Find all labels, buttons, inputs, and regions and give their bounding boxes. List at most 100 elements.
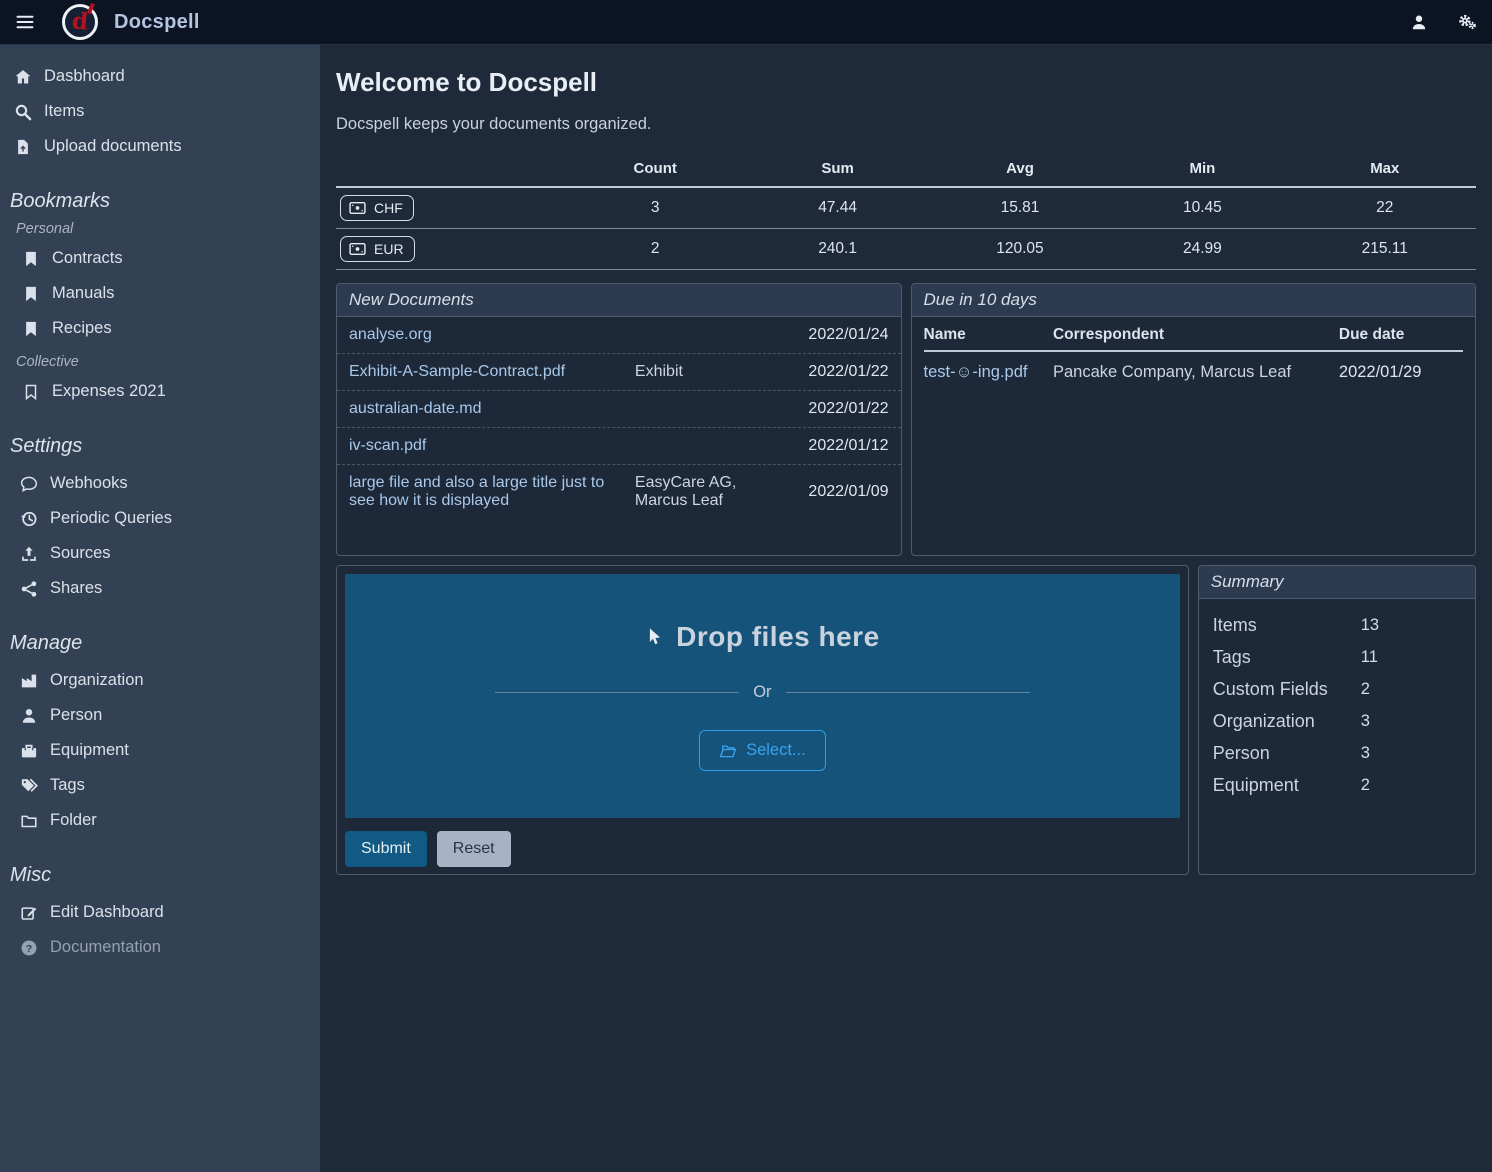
- due-panel-title: Due in 10 days: [912, 284, 1476, 317]
- sidebar-item-items[interactable]: Items: [0, 94, 320, 129]
- document-link[interactable]: analyse.org: [349, 326, 635, 344]
- folder-open-icon: [719, 743, 737, 759]
- due-panel: Due in 10 days Name Correspondent Due da…: [911, 283, 1477, 556]
- stats-col-sum: Sum: [746, 156, 928, 187]
- new-documents-title: New Documents: [337, 284, 901, 317]
- table-row: Exhibit-A-Sample-Contract.pdf Exhibit 20…: [337, 354, 901, 391]
- sidebar-item-documentation[interactable]: ? Documentation: [0, 930, 320, 965]
- svg-text:?: ?: [26, 942, 32, 954]
- document-link[interactable]: large file and also a large title just t…: [349, 474, 635, 510]
- industry-icon: [20, 672, 38, 690]
- folder-icon: [20, 812, 38, 830]
- reset-button[interactable]: Reset: [437, 831, 511, 867]
- sidebar-item-expenses-2021[interactable]: Expenses 2021: [0, 374, 320, 409]
- stats-col-min: Min: [1111, 156, 1293, 187]
- currency-stats-table: Count Sum Avg Min Max CHF 3 47.44: [336, 156, 1476, 270]
- currency-badge-eur[interactable]: EUR: [340, 236, 415, 262]
- sidebar-section-misc: Misc: [10, 864, 310, 887]
- sidebar-item-webhooks[interactable]: Webhooks: [0, 466, 320, 501]
- bookmark-icon: [22, 320, 40, 338]
- file-dropzone[interactable]: Drop files here Or Select...: [345, 574, 1180, 818]
- due-col-due-date: Due date: [1339, 326, 1463, 344]
- dropzone-label: Drop files here: [676, 621, 880, 653]
- user-menu-button[interactable]: [1410, 13, 1428, 32]
- app-title: Docspell: [114, 11, 200, 34]
- sidebar-item-person[interactable]: Person: [0, 698, 320, 733]
- history-icon: [20, 510, 38, 528]
- docspell-logo[interactable]: d: [62, 4, 98, 40]
- upload-icon: [20, 545, 38, 563]
- due-col-name: Name: [924, 326, 1053, 344]
- toolbox-icon: [20, 742, 38, 760]
- comment-icon: [20, 475, 38, 493]
- user-icon: [1410, 13, 1428, 32]
- table-row: large file and also a large title just t…: [337, 465, 901, 519]
- money-bill-icon: [349, 242, 366, 256]
- currency-badge-chf[interactable]: CHF: [340, 195, 414, 221]
- stats-col-avg: Avg: [929, 156, 1111, 187]
- table-row: iv-scan.pdf 2022/01/12: [337, 428, 901, 465]
- bookmark-icon: [22, 250, 40, 268]
- submit-button[interactable]: Submit: [345, 831, 427, 867]
- top-navbar: d Docspell: [0, 0, 1492, 45]
- hamburger-menu-button[interactable]: [16, 13, 34, 31]
- sidebar-section-bookmarks: Bookmarks: [10, 190, 310, 213]
- bookmark-group-personal: Personal: [16, 221, 320, 237]
- file-upload-icon: [14, 138, 32, 156]
- summary-title: Summary: [1199, 566, 1475, 599]
- stats-row-chf: CHF 3 47.44 15.81 10.45 22: [336, 187, 1476, 229]
- sidebar-section-manage: Manage: [10, 632, 310, 655]
- stats-col-max: Max: [1294, 156, 1476, 187]
- mouse-pointer-icon: [645, 624, 663, 650]
- edit-icon: [20, 904, 38, 922]
- summary-panel: Summary Items 13 Tags 11 Custom Fields 2…: [1198, 565, 1476, 875]
- upload-panel: Drop files here Or Select...: [336, 565, 1189, 875]
- summary-row-person: Person 3: [1213, 737, 1461, 769]
- dashboard-content: Welcome to Docspell Docspell keeps your …: [320, 45, 1492, 1172]
- stats-row-eur: EUR 2 240.1 120.05 24.99 215.11: [336, 229, 1476, 270]
- document-link[interactable]: test-☺-ing.pdf: [924, 363, 1053, 382]
- or-label: Or: [753, 683, 771, 702]
- summary-row-items: Items 13: [1213, 609, 1461, 641]
- sidebar-item-dashboard[interactable]: Dasbhoard: [0, 59, 320, 94]
- table-row: test-☺-ing.pdf Pancake Company, Marcus L…: [924, 352, 1464, 393]
- question-circle-icon: ?: [20, 939, 38, 957]
- money-bill-icon: [349, 201, 366, 215]
- sidebar-item-contracts[interactable]: Contracts: [0, 241, 320, 276]
- sidebar-item-manuals[interactable]: Manuals: [0, 276, 320, 311]
- sidebar-item-upload-documents[interactable]: Upload documents: [0, 129, 320, 164]
- tags-icon: [20, 777, 38, 795]
- select-files-button[interactable]: Select...: [699, 730, 826, 771]
- person-icon: [20, 707, 38, 725]
- sidebar-item-sources[interactable]: Sources: [0, 536, 320, 571]
- document-link[interactable]: iv-scan.pdf: [349, 437, 635, 455]
- page-title: Welcome to Docspell: [336, 67, 1476, 98]
- bookmark-group-collective: Collective: [16, 354, 320, 370]
- document-link[interactable]: australian-date.md: [349, 400, 635, 418]
- sidebar-item-periodic-queries[interactable]: Periodic Queries: [0, 501, 320, 536]
- hamburger-icon: [16, 13, 34, 31]
- document-link[interactable]: Exhibit-A-Sample-Contract.pdf: [349, 363, 635, 381]
- cogs-icon: [1458, 12, 1476, 32]
- sidebar-item-organization[interactable]: Organization: [0, 663, 320, 698]
- sidebar-item-recipes[interactable]: Recipes: [0, 311, 320, 346]
- bookmark-icon: [22, 285, 40, 303]
- sidebar-item-equipment[interactable]: Equipment: [0, 733, 320, 768]
- settings-menu-button[interactable]: [1458, 12, 1476, 32]
- sidebar-item-edit-dashboard[interactable]: Edit Dashboard: [0, 895, 320, 930]
- due-col-correspondent: Correspondent: [1053, 326, 1339, 344]
- table-row: australian-date.md 2022/01/22: [337, 391, 901, 428]
- table-row: analyse.org 2022/01/24: [337, 317, 901, 354]
- sidebar-item-folder[interactable]: Folder: [0, 803, 320, 838]
- search-icon: [14, 103, 32, 121]
- bookmark-outline-icon: [22, 383, 40, 401]
- summary-row-equipment: Equipment 2: [1213, 769, 1461, 801]
- home-icon: [14, 68, 32, 86]
- summary-row-tags: Tags 11: [1213, 641, 1461, 673]
- sidebar: Dasbhoard Items Upload documents Bookmar…: [0, 45, 320, 1172]
- sidebar-item-tags[interactable]: Tags: [0, 768, 320, 803]
- stats-col-count: Count: [564, 156, 746, 187]
- new-documents-panel: New Documents analyse.org 2022/01/24 Exh…: [336, 283, 902, 556]
- summary-row-organization: Organization 3: [1213, 705, 1461, 737]
- sidebar-item-shares[interactable]: Shares: [0, 571, 320, 606]
